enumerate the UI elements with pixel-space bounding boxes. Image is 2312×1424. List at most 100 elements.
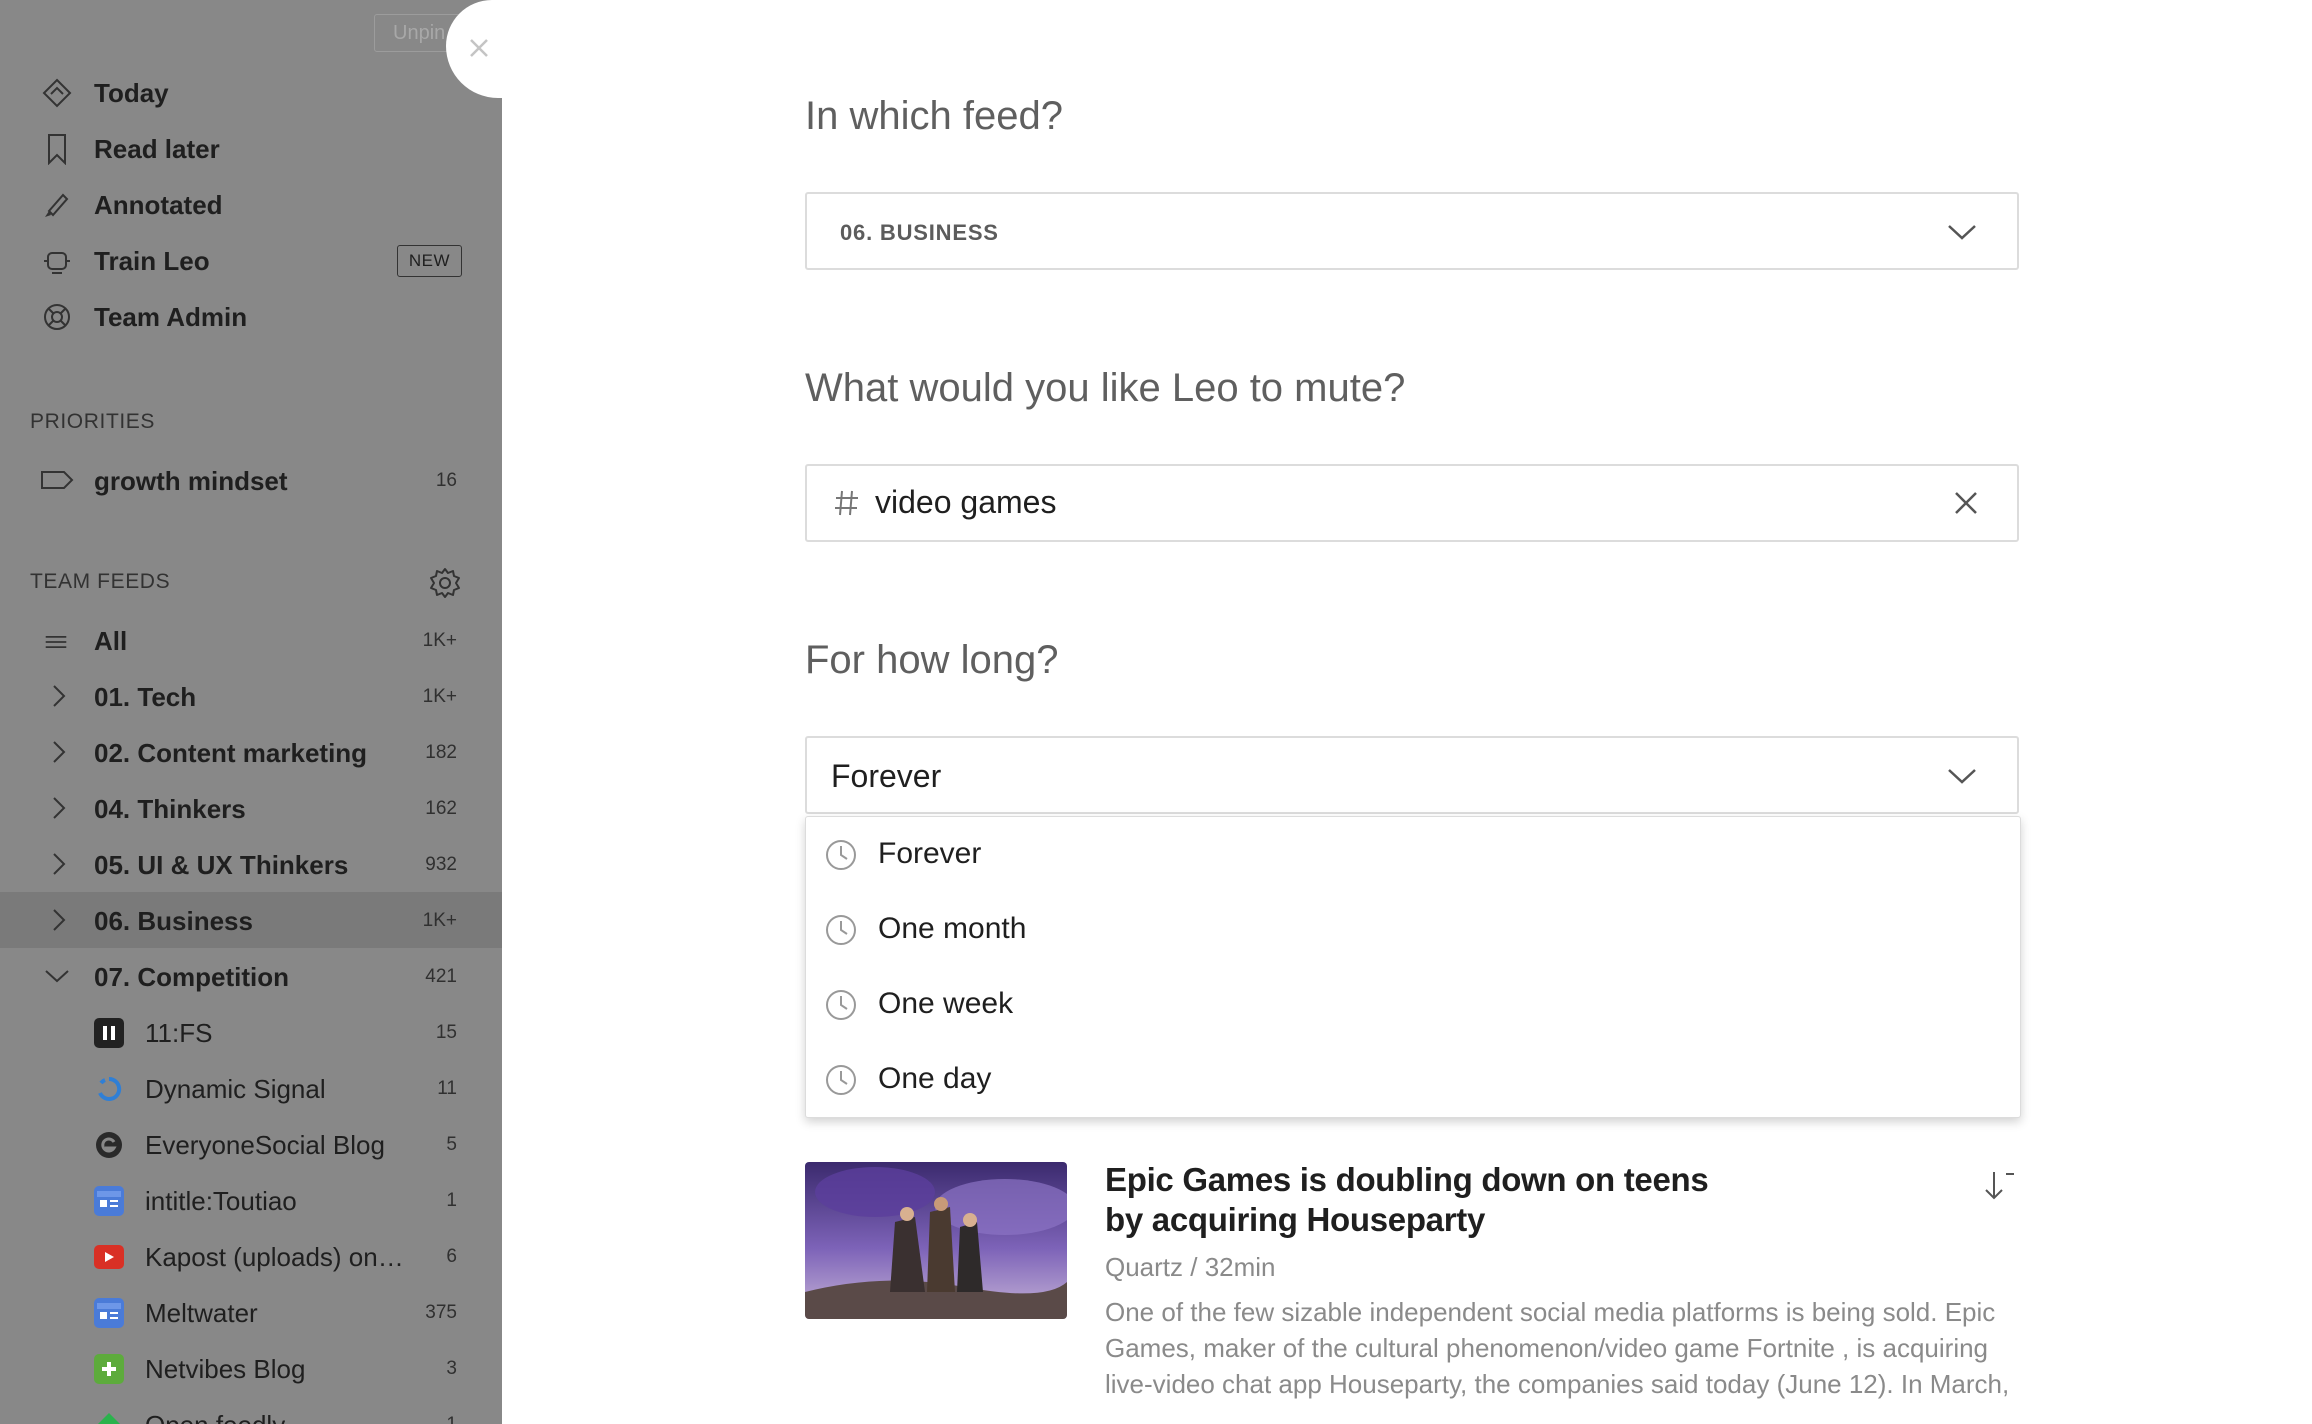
nav-label: Read later: [94, 133, 220, 164]
mute-topic-value: video games: [875, 484, 1057, 520]
feed-count: 932: [425, 854, 457, 875]
feed-content-marketing[interactable]: 02. Content marketing 182: [0, 724, 502, 780]
feed-select[interactable]: 06. BUSINESS: [805, 192, 2019, 270]
source-label: Dynamic Signal: [145, 1074, 326, 1104]
feed-count: 162: [425, 798, 457, 819]
feed-tech[interactable]: 01. Tech 1K+: [0, 668, 502, 724]
source-meltwater[interactable]: Meltwater 375: [0, 1284, 502, 1340]
source-toutiao[interactable]: intitle:Toutiao 1: [0, 1172, 502, 1228]
duration-option-label: One month: [878, 912, 1027, 945]
duration-select[interactable]: Forever: [805, 736, 2019, 814]
feed-count: 1K+: [422, 630, 457, 651]
source-count: 1: [446, 1414, 457, 1424]
source-open-feedly[interactable]: Open feedly 1: [0, 1396, 502, 1424]
source-kapost[interactable]: Kapost (uploads) on… 6: [0, 1228, 502, 1284]
google-alerts-icon: [94, 1298, 124, 1328]
hashtag-icon: [835, 490, 858, 516]
sidebar: Unpin Today Read later Annotated Train L…: [0, 0, 502, 1424]
source-dynamic-signal[interactable]: Dynamic Signal 11: [0, 1060, 502, 1116]
clock-icon: [826, 840, 856, 870]
everyonesocial-logo-icon: [94, 1130, 124, 1160]
chevron-right-icon[interactable]: [46, 906, 70, 934]
team-feeds-title: TEAM FEEDS: [30, 570, 171, 593]
chevron-down-icon[interactable]: [43, 962, 71, 990]
source-count: 375: [425, 1302, 457, 1323]
feed-label: 06. Business: [94, 906, 253, 936]
clock-icon: [826, 990, 856, 1020]
feed-label: 01. Tech: [94, 682, 197, 712]
feed-ui-ux-thinkers[interactable]: 05. UI & UX Thinkers 932: [0, 836, 502, 892]
nav-team-admin[interactable]: Team Admin: [0, 289, 502, 345]
close-icon: [470, 39, 488, 57]
tag-icon: [40, 463, 74, 497]
nav-train-leo[interactable]: Train Leo NEW: [0, 233, 502, 289]
duration-select-value: Forever: [831, 758, 942, 794]
highlighter-icon: [40, 188, 74, 222]
duration-option-forever[interactable]: Forever: [806, 817, 2020, 892]
elevenfs-logo-icon: [94, 1018, 124, 1048]
feed-select-value: 06. BUSINESS: [840, 220, 999, 245]
source-count: 3: [446, 1358, 457, 1379]
nav-today[interactable]: Today: [0, 65, 502, 121]
feed-competition[interactable]: 07. Competition 421: [0, 948, 502, 1004]
source-everyonesocial[interactable]: EveryoneSocial Blog 5: [0, 1116, 502, 1172]
feed-all[interactable]: All 1K+: [0, 612, 502, 668]
list-icon: [45, 636, 67, 648]
source-label: Netvibes Blog: [145, 1354, 306, 1384]
article-meta: Quartz / 32min: [1105, 1252, 1276, 1282]
source-count: 11: [437, 1078, 457, 1099]
feed-label: 07. Competition: [94, 962, 290, 992]
chevron-down-icon: [1948, 769, 1976, 784]
duration-option-one-day[interactable]: One day: [806, 1042, 2020, 1117]
chevron-right-icon[interactable]: [46, 794, 70, 822]
nav-label: Today: [94, 77, 169, 108]
priorities-title: PRIORITIES: [30, 410, 156, 433]
feed-label: All: [94, 626, 128, 656]
source-label: Kapost (uploads) on…: [145, 1242, 404, 1272]
source-label: Meltwater: [145, 1298, 258, 1328]
article-thumbnail[interactable]: [805, 1162, 1067, 1319]
duration-option-label: One day: [878, 1062, 992, 1095]
source-elevenfs[interactable]: 11:FS 15: [0, 1004, 502, 1060]
new-badge: NEW: [397, 245, 462, 277]
source-netvibes[interactable]: Netvibes Blog 3: [0, 1340, 502, 1396]
feed-business[interactable]: 06. Business 1K+: [0, 892, 502, 948]
feed-count: 1K+: [422, 910, 457, 931]
clear-icon[interactable]: [1953, 490, 1979, 516]
mute-topic-field[interactable]: video games: [805, 464, 2019, 542]
duration-option-one-week[interactable]: One week: [806, 967, 2020, 1042]
feed-label: 05. UI & UX Thinkers: [94, 850, 349, 880]
nav-annotated[interactable]: Annotated: [0, 177, 502, 233]
duration-question-heading: For how long?: [805, 638, 1059, 682]
google-alerts-icon: [94, 1186, 124, 1216]
chevron-right-icon[interactable]: [46, 850, 70, 878]
source-count: 5: [446, 1134, 457, 1155]
mute-question-heading: What would you like Leo to mute?: [805, 366, 1406, 410]
feed-question-heading: In which feed?: [805, 94, 1063, 138]
nav-read-later[interactable]: Read later: [0, 121, 502, 177]
netvibes-logo-icon: [94, 1354, 124, 1384]
feed-label: 04. Thinkers: [94, 794, 246, 824]
gear-icon[interactable]: [428, 566, 462, 600]
duration-option-label: One week: [878, 987, 1014, 1020]
nav-label: Team Admin: [94, 301, 248, 332]
leo-robot-icon: [40, 244, 74, 278]
clock-icon: [826, 915, 856, 945]
article-title[interactable]: Epic Games is doubling down on teens by …: [1105, 1160, 1725, 1240]
feed-label: 02. Content marketing: [94, 738, 368, 768]
chevron-right-icon[interactable]: [46, 682, 70, 710]
feed-count: 182: [425, 742, 457, 763]
feed-count: 1K+: [422, 686, 457, 707]
duration-dropdown: Forever One month One week One day: [805, 816, 2021, 1118]
chevron-right-icon[interactable]: [46, 738, 70, 766]
bookmark-icon: [40, 132, 74, 166]
feedly-logo-icon: [94, 1410, 124, 1424]
source-label: 11:FS: [145, 1018, 213, 1048]
source-count: 1: [446, 1190, 457, 1211]
feed-thinkers[interactable]: 04. Thinkers 162: [0, 780, 502, 836]
priority-growth-mindset[interactable]: growth mindset 16: [0, 452, 502, 508]
nav-label: Train Leo: [94, 245, 210, 276]
sort-down-icon[interactable]: [1980, 1168, 2016, 1204]
duration-option-one-month[interactable]: One month: [806, 892, 2020, 967]
priority-count: 16: [435, 470, 457, 491]
